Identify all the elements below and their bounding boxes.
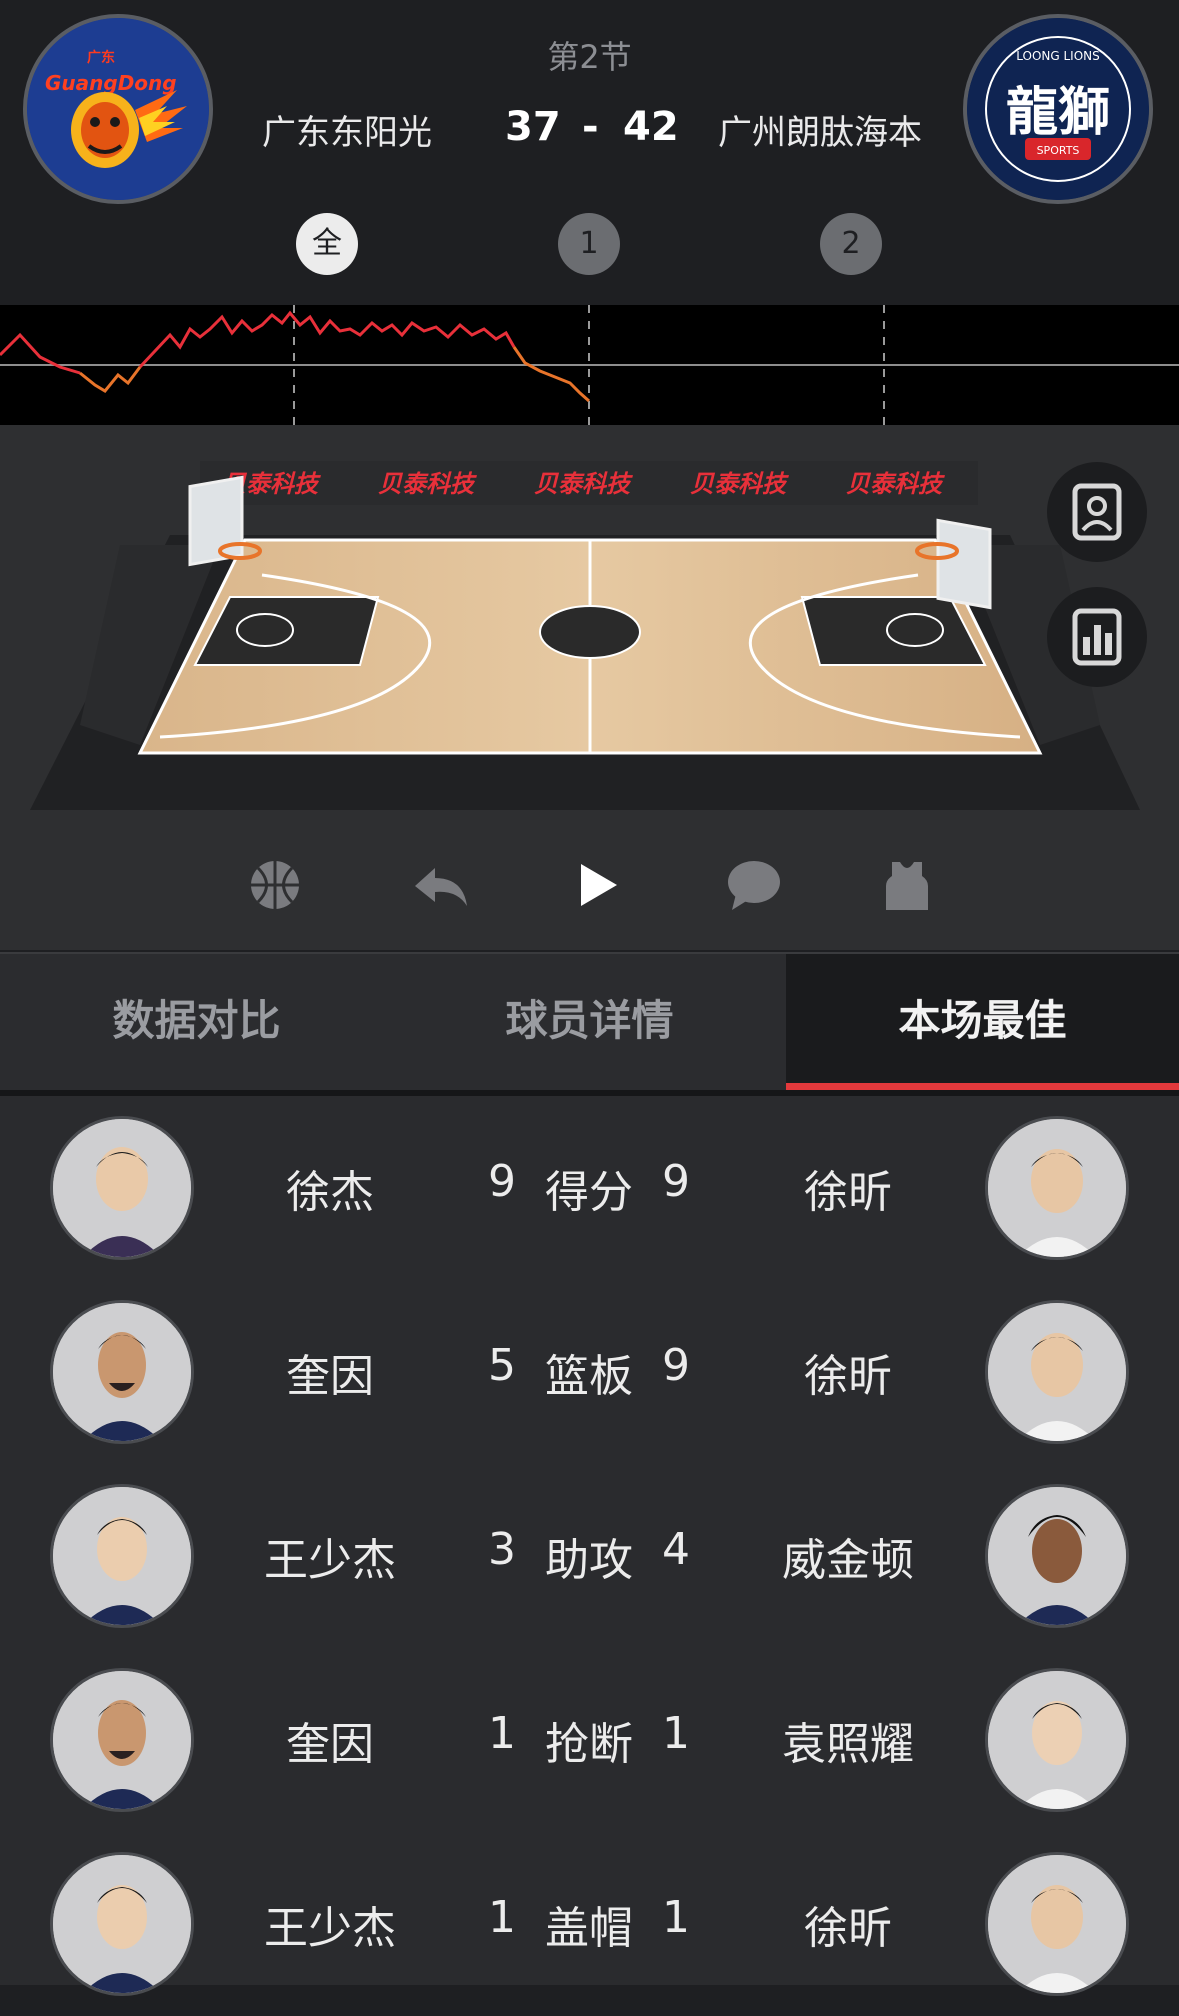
- player-card-icon: [1072, 483, 1122, 541]
- home-player-name: 奎因: [286, 1351, 374, 1402]
- basketball-icon: [251, 861, 299, 909]
- best-row-rebounds[interactable]: 奎因 5 篮板 9 徐昕: [0, 1280, 1179, 1464]
- away-logo-ring-text: LOONG LIONS: [1016, 49, 1100, 63]
- home-stat-value: 3: [488, 1524, 516, 1575]
- away-logo-text: 龍獅: [1006, 83, 1110, 143]
- trend-line-away: [512, 346, 590, 403]
- away-stat-value: 4: [662, 1524, 690, 1575]
- score-separator: -: [582, 104, 599, 150]
- bar-chart-icon: [1072, 608, 1122, 666]
- play-button[interactable]: [561, 850, 631, 920]
- away-stat-value: 9: [662, 1340, 690, 1391]
- away-player-name: 徐昕: [804, 1903, 892, 1954]
- jersey-icon: [886, 862, 928, 910]
- home-player-name: 王少杰: [264, 1903, 396, 1954]
- court-banner-text: 贝泰科技: [534, 470, 633, 498]
- play-icon: [581, 864, 617, 906]
- tab-bar: 数据对比 球员详情 本场最佳: [0, 952, 1179, 1094]
- score-trend-chart: [0, 305, 1179, 425]
- court-banner-text: 贝泰科技: [378, 470, 477, 498]
- best-row-blocks[interactable]: 王少杰 1 盖帽 1 徐昕: [0, 1832, 1179, 2016]
- home-team-name: 广东东阳光: [262, 113, 432, 153]
- rewind-button[interactable]: [405, 850, 475, 920]
- game-header: 广东 GuangDong 第2节 广东东阳光 37 - 42 广州朗肽海本 LO…: [0, 0, 1179, 305]
- chat-bubble-icon: [728, 861, 780, 910]
- avatar[interactable]: [50, 1116, 194, 1260]
- period-tab-1[interactable]: 1: [558, 213, 620, 275]
- away-player-name: 徐昕: [804, 1351, 892, 1402]
- home-stat-value: 5: [488, 1340, 516, 1391]
- avatar[interactable]: [50, 1668, 194, 1812]
- period-tab-2[interactable]: 2: [820, 213, 882, 275]
- avatar[interactable]: [50, 1852, 194, 1996]
- jersey-button[interactable]: [872, 850, 942, 920]
- away-player-name: 徐昕: [804, 1167, 892, 1218]
- stat-label: 盖帽: [545, 1903, 633, 1954]
- home-stat-value: 1: [488, 1708, 516, 1759]
- away-score: 42: [623, 104, 679, 150]
- away-stat-value: 9: [662, 1156, 690, 1207]
- avatar[interactable]: [985, 1852, 1129, 1996]
- court-banner-text: 贝泰科技: [690, 470, 789, 498]
- avatar[interactable]: [50, 1484, 194, 1628]
- away-stat-value: 1: [662, 1892, 690, 1943]
- court-banner-text: 贝泰科技: [846, 470, 945, 498]
- best-row-assists[interactable]: 王少杰 3 助攻 4 威金顿: [0, 1464, 1179, 1648]
- tab-player-details[interactable]: 球员详情: [393, 954, 786, 1092]
- home-player-name: 奎因: [286, 1719, 374, 1770]
- basketball-button[interactable]: [240, 850, 310, 920]
- avatar[interactable]: [985, 1668, 1129, 1812]
- avatar[interactable]: [985, 1300, 1129, 1444]
- undo-arrow-icon: [415, 868, 467, 906]
- playback-controls: [0, 820, 1179, 950]
- stat-label: 篮板: [545, 1351, 633, 1402]
- avatar[interactable]: [985, 1484, 1129, 1628]
- home-player-name: 徐杰: [286, 1167, 374, 1218]
- best-row-points[interactable]: 徐杰 9 得分 9 徐昕: [0, 1096, 1179, 1280]
- comment-button[interactable]: [718, 850, 788, 920]
- stat-label: 助攻: [545, 1535, 633, 1586]
- home-score: 37: [505, 104, 561, 150]
- stat-label: 得分: [545, 1167, 633, 1218]
- away-stat-value: 1: [662, 1708, 690, 1759]
- stat-label: 抢断: [545, 1719, 633, 1770]
- away-player-name: 袁照耀: [782, 1719, 914, 1770]
- home-stat-value: 1: [488, 1892, 516, 1943]
- avatar[interactable]: [50, 1300, 194, 1444]
- trend-line-home: [0, 332, 81, 375]
- home-player-name: 王少杰: [264, 1535, 396, 1586]
- player-card-button[interactable]: [1047, 462, 1147, 562]
- away-team-name: 广州朗肽海本: [718, 113, 922, 153]
- best-row-steals[interactable]: 奎因 1 抢断 1 袁照耀: [0, 1648, 1179, 1832]
- active-tab-indicator: [786, 1083, 1179, 1090]
- trend-line-home: [138, 310, 516, 369]
- trend-line-away: [79, 366, 142, 393]
- away-player-name: 威金顿: [782, 1535, 914, 1586]
- away-logo-sport-text: SPORTS: [1037, 144, 1080, 157]
- avatar[interactable]: [985, 1116, 1129, 1260]
- tab-data-compare[interactable]: 数据对比: [0, 954, 393, 1092]
- stats-chart-button[interactable]: [1047, 587, 1147, 687]
- period-tab-all[interactable]: 全: [296, 213, 358, 275]
- home-stat-value: 9: [488, 1156, 516, 1207]
- tab-best-of-game[interactable]: 本场最佳: [786, 954, 1179, 1092]
- best-players-list: 徐杰 9 得分 9 徐昕 奎因 5 篮板 9 徐昕 王少杰 3 助攻 4 威金顿: [0, 1096, 1179, 1996]
- away-team-logo[interactable]: LOONG LIONS 龍獅 SPORTS: [963, 14, 1153, 204]
